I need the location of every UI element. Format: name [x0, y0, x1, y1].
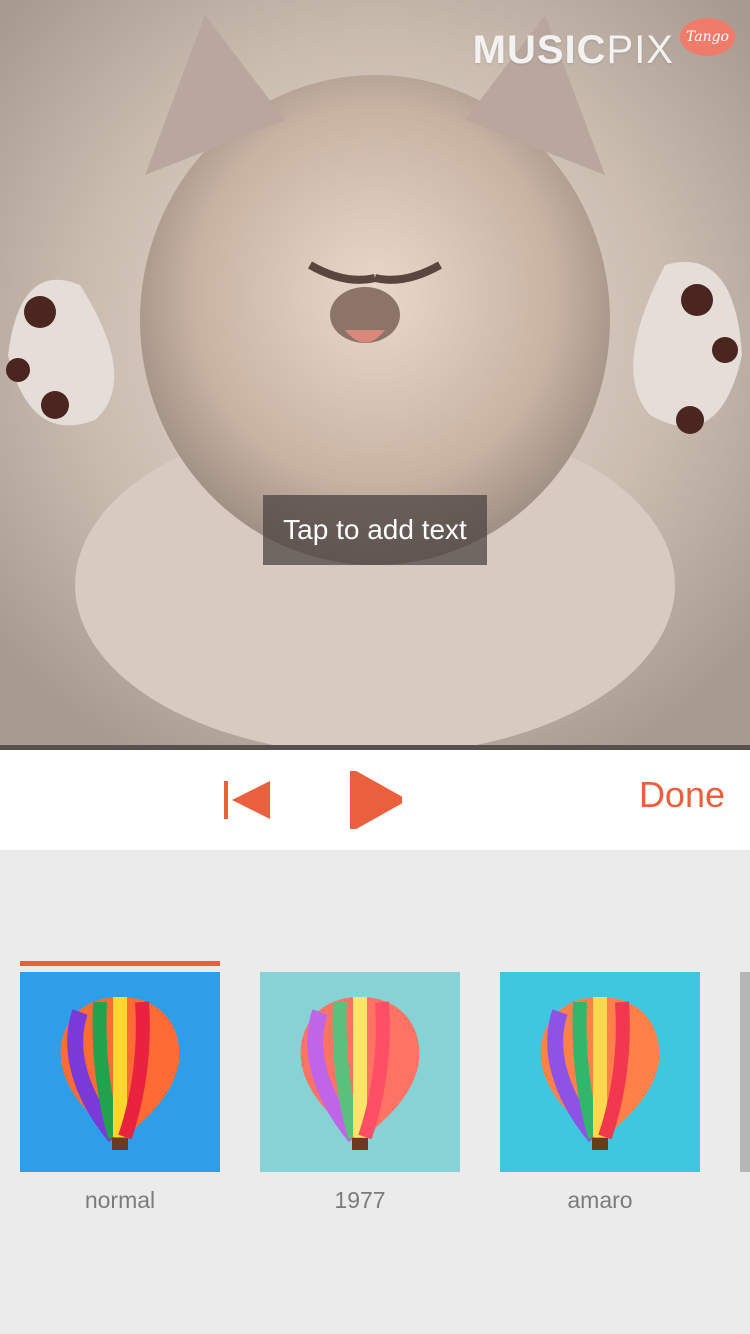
add-text-button[interactable]: Tap to add text [263, 495, 487, 565]
filter-label: normal [84, 1187, 156, 1213]
play-icon[interactable] [350, 771, 402, 829]
skip-back-icon[interactable] [224, 779, 272, 821]
tango-badge: Tango [680, 18, 735, 56]
balloon-thumbnail [20, 972, 220, 1172]
filter-label: 1977 [334, 1187, 386, 1213]
musicpix-logo: MUSICPIX [472, 28, 674, 72]
filter-label: amaro [567, 1187, 633, 1213]
selected-indicator [20, 961, 220, 966]
done-button[interactable]: Done [639, 773, 725, 817]
kitten-photo [0, 0, 750, 745]
partial-filter-thumbnail[interactable] [740, 972, 750, 1172]
photo-preview[interactable]: MUSICPIX Tango Tap to add text [0, 0, 750, 745]
balloon-thumbnail [500, 972, 700, 1172]
balloon-thumbnail [260, 972, 460, 1172]
